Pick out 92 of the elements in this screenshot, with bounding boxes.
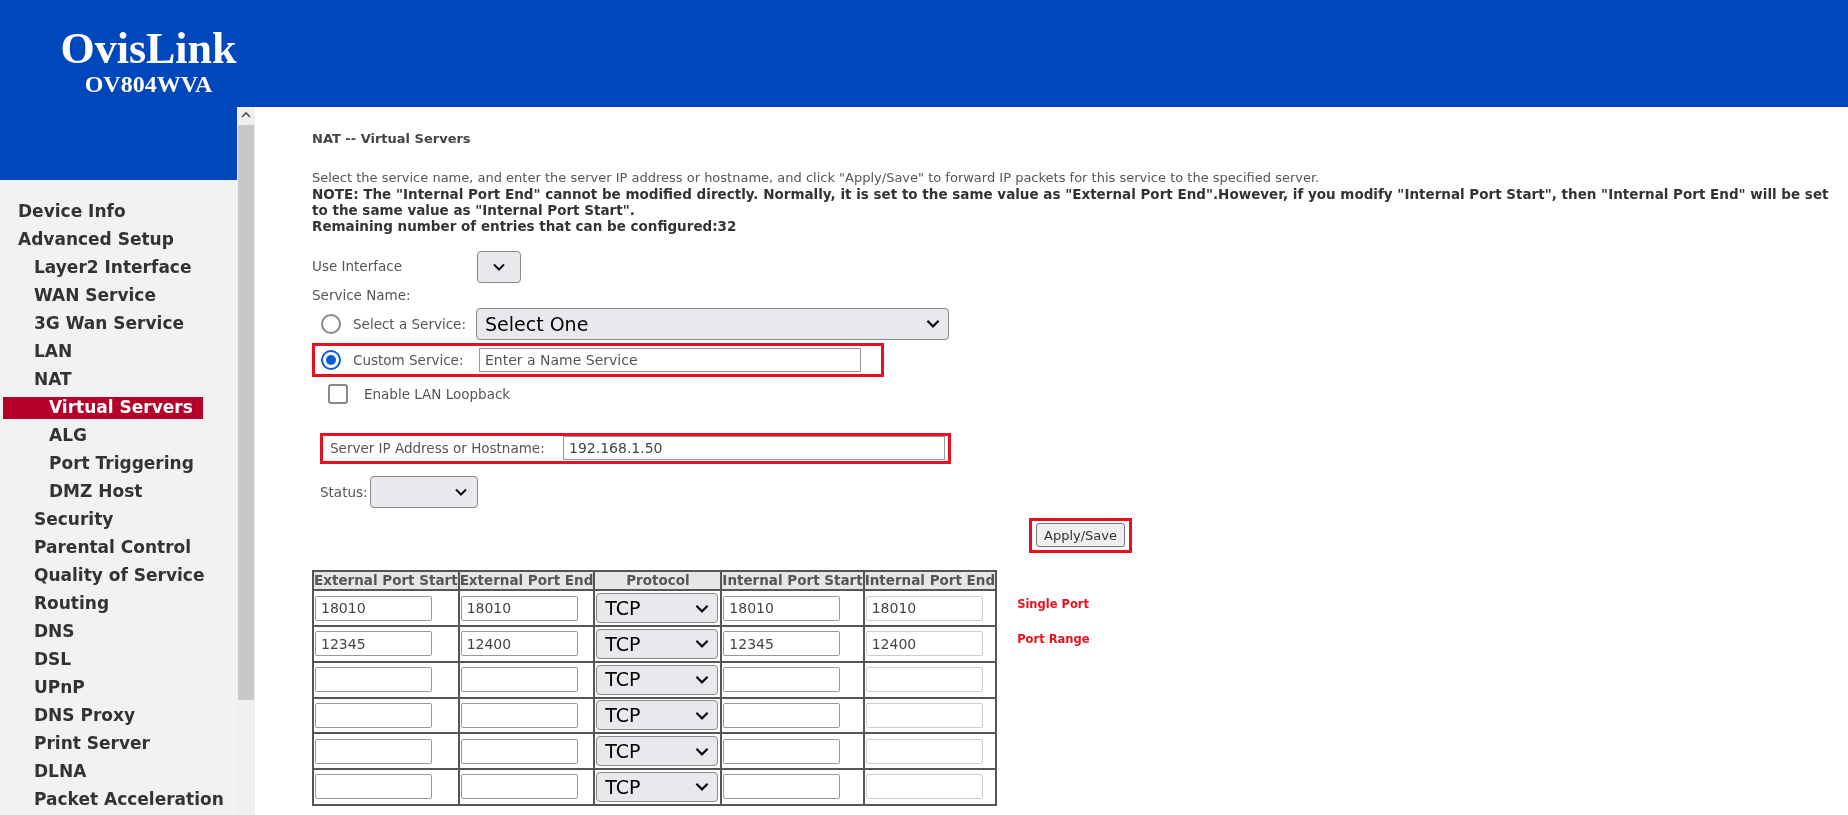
interface-select[interactable] [477,250,521,283]
port-input[interactable] [723,738,841,764]
protocol-select[interactable]: TCP [596,736,719,767]
chevron-down-icon [455,487,467,496]
radio-button[interactable] [321,349,341,370]
chevron-down-icon [695,639,710,649]
chevron-down-icon [493,262,505,271]
sidebar-item[interactable]: Port Triggering [49,450,237,478]
port-input[interactable]: 18010 [315,595,432,621]
chevron-down-icon [695,746,710,756]
service-select[interactable]: Select One [476,307,949,340]
port-input[interactable]: 12400 [460,631,578,657]
model-name: OV804WVA [84,72,213,96]
port-input[interactable]: 12345 [723,631,841,657]
sidebar-item[interactable]: Virtual Servers [3,397,203,419]
chevron-down-icon [695,710,710,720]
scrollbar-thumb[interactable] [238,125,254,700]
annotation-label: Port Range [1017,630,1090,648]
radio-button[interactable] [321,313,341,334]
sidebar-item[interactable]: DLNA [34,758,237,786]
server-ip-input[interactable]: 192.168.1.50 [563,436,945,461]
protocol-select[interactable]: TCP [596,628,719,659]
port-input[interactable]: 18010 [723,595,841,621]
port-input[interactable] [865,702,983,728]
field-label: Status: [320,482,369,502]
radio-label: Select a Service: [353,314,467,334]
column-header: External Port End [458,570,595,591]
chevron-down-icon [695,675,710,685]
field-label: Server IP Address or Hostname: [330,439,546,459]
field-label: Service Name: [312,285,412,305]
sidebar-item[interactable]: Advanced Setup [18,226,237,254]
port-input[interactable] [865,774,983,800]
sidebar-item[interactable]: DNS [34,618,237,646]
port-input[interactable] [315,702,432,728]
port-input[interactable]: 12345 [315,631,432,657]
brand-logo: OvisLink [60,26,237,72]
column-header: Internal Port End [863,570,997,591]
column-header: Protocol [594,570,722,591]
column-header: External Port Start [313,570,459,591]
remaining-entries-text: Remaining number of entries that can be configured:32 [312,217,738,234]
note-text: NOTE: The "Internal Port End" cannot be modified directly. Normally, it is set to the same value as "External Port End".However, if you modify "Internal Port Start", then "Internal Port End" will be set to the same value as "Internal Port Start". [312,185,1830,218]
sidebar-item[interactable]: UPnP [34,674,237,702]
sidebar-item[interactable]: LAN [34,338,237,366]
port-input[interactable] [315,667,432,693]
sidebar-item[interactable]: DMZ Host [49,478,237,506]
port-input[interactable]: 18010 [460,595,578,621]
port-input[interactable]: 18010 [865,595,983,621]
chevron-down-icon [695,782,710,792]
column-header: Internal Port Start [721,570,864,591]
port-input[interactable] [723,702,841,728]
sidebar-item[interactable]: Packet Acceleration [34,786,237,814]
sidebar-item[interactable]: WAN Service [34,282,237,310]
checkbox[interactable] [328,383,348,404]
sidebar-item[interactable]: DNS Proxy [34,702,237,730]
sidebar-item[interactable]: Routing [34,590,237,618]
port-input[interactable] [315,774,432,800]
custom-service-input[interactable]: Enter a Name Service [479,347,861,372]
port-input[interactable] [460,702,578,728]
field-label: Use Interface [312,257,403,277]
sidebar-item[interactable]: DSL [34,646,237,674]
port-input[interactable]: 12400 [865,631,983,657]
sidebar-item[interactable]: 3G Wan Service [34,310,237,338]
protocol-select[interactable]: TCP [596,593,719,624]
sidebar-item[interactable]: Layer2 Interface [34,254,237,282]
apply-save-button[interactable]: Apply/Save [1036,523,1125,548]
protocol-select[interactable]: TCP [596,771,719,802]
sidebar-item[interactable]: Device Info [18,198,237,226]
annotation-label: Single Port [1017,595,1089,613]
port-input[interactable] [723,774,841,800]
sidebar-item[interactable]: Parental Control [34,534,237,562]
status-select[interactable] [370,475,478,508]
port-input[interactable] [460,667,578,693]
radio-label: Custom Service: [353,350,465,370]
intro-text: Select the service name, and enter the server IP address or hostname, and click "Apply/Save" to forward IP packets for this service to the specified server. [312,169,1321,186]
protocol-select[interactable]: TCP [596,664,719,695]
checkbox-label: Enable LAN Loopback [364,384,511,404]
sidebar-item[interactable]: Quality of Service [34,562,237,590]
page-title: NAT -- Virtual Servers [312,130,472,148]
sidebar-item[interactable]: NAT [34,366,237,394]
port-input[interactable] [865,667,983,693]
port-input[interactable] [460,774,578,800]
sidebar-item[interactable]: ALG [49,422,237,450]
sidebar-item[interactable]: Security [34,506,237,534]
port-input[interactable] [460,738,578,764]
port-input[interactable] [865,738,983,764]
chevron-down-icon [926,319,940,329]
scroll-up-icon[interactable] [241,111,251,119]
sidebar-item[interactable]: Print Server [34,730,237,758]
protocol-select[interactable]: TCP [596,700,719,731]
port-input[interactable] [723,667,841,693]
chevron-down-icon [695,603,710,613]
port-input[interactable] [315,738,432,764]
